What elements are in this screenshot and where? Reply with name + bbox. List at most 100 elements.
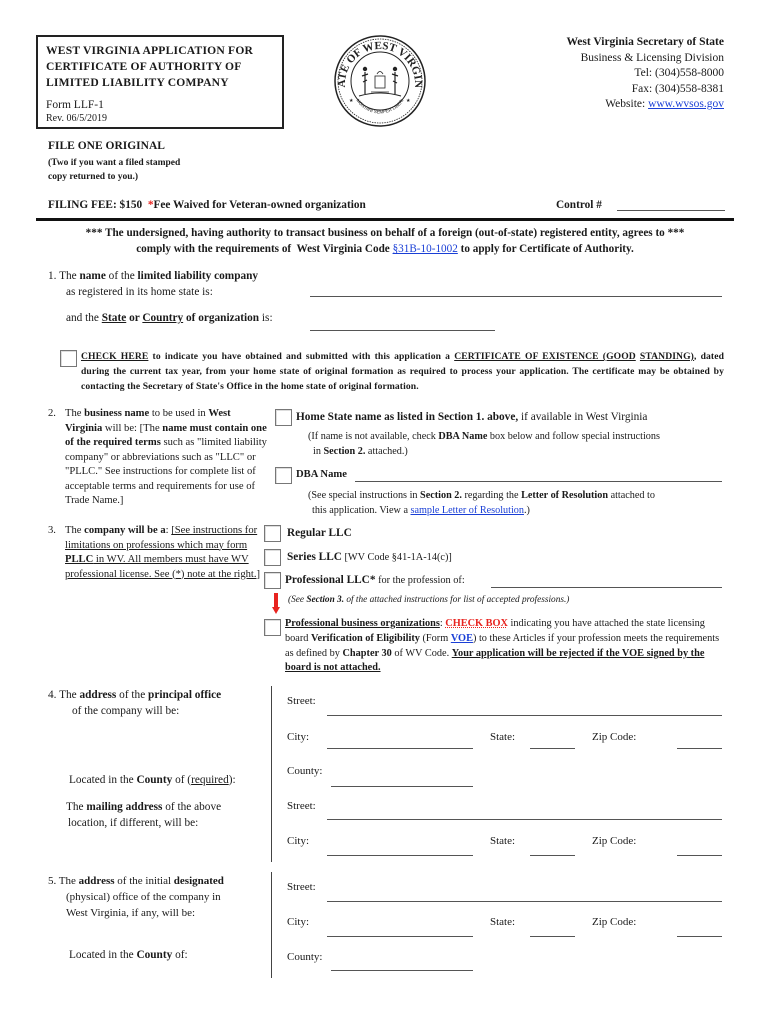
mail-zip-label: Zip Code: (592, 835, 637, 847)
mail-state-field[interactable] (530, 855, 575, 856)
certificate-of-existence-text: CHECK HERE to indicate you have obtained… (81, 349, 724, 394)
s1-bold-name: name (79, 270, 106, 282)
header-divider (36, 218, 734, 221)
control-number-field[interactable] (617, 210, 725, 211)
sos-phone: Tel: (304)558-8000 (634, 67, 724, 79)
s5-county-prompt: Located in the County of: (69, 947, 188, 963)
pbo-t3: (Form (419, 632, 451, 644)
section-3-number: 3. (48, 525, 56, 536)
s4-county-pre: Located in the (69, 774, 137, 786)
s5-t1: The (56, 875, 79, 887)
section-4-divider (271, 686, 272, 862)
s5-street-field[interactable] (327, 901, 722, 902)
prof-note-1: (See (288, 595, 307, 605)
wv-code-link[interactable]: §31B-10-1002 (393, 243, 458, 255)
sample-letter-of-resolution-link[interactable]: sample Letter of Resolution (411, 505, 524, 516)
hs-note-1: (If name is not available, check (308, 431, 439, 442)
mail-street-field[interactable] (327, 819, 722, 820)
pbo-b2: Verification of Eligibility (311, 632, 420, 644)
dba-note-1: (See special instructions in (308, 490, 421, 501)
hs-note-b1: DBA Name (438, 431, 488, 442)
s5-state-field[interactable] (530, 936, 575, 937)
declaration-text-end: to apply for Certificate of Authority. (457, 243, 634, 255)
s3-b1: company will be a (84, 525, 166, 536)
s5-county-field[interactable] (331, 970, 473, 971)
file-note-line-1: (Two if you want a filed stamped (48, 158, 181, 168)
mail-b: mailing address (86, 801, 163, 813)
section-4-prompt: 4. The address of the principal office o… (48, 687, 221, 719)
section-5-number: 5. (48, 875, 57, 887)
s4-city-field[interactable] (327, 748, 473, 749)
s4-county-label: County: (287, 765, 323, 777)
sos-contact-block: West Virginia Secretary of State Busines… (566, 35, 724, 113)
s4-county-mid: of ( (172, 774, 192, 786)
s5-county-post: of: (172, 949, 188, 961)
professional-llc-rest: for the profession of: (375, 575, 465, 586)
professional-business-org-text: Professional business organizations: CHE… (285, 617, 725, 676)
s5-county-label: County: (287, 951, 323, 963)
s1-text: The (56, 270, 80, 282)
sos-website-link[interactable]: www.wvsos.gov (648, 98, 724, 110)
svg-text:STATE OF WEST VIRGINIA: STATE OF WEST VIRGINIA (333, 34, 424, 88)
home-state-note: (If name is not available, check DBA Nam… (308, 430, 660, 459)
professional-llc-label: Professional LLC* (285, 574, 376, 586)
dba-name-field[interactable] (355, 481, 722, 482)
s4-b2: principal office (148, 689, 222, 701)
regular-llc-checkbox[interactable] (264, 525, 281, 542)
s5-line3: West Virginia, if any, will be: (66, 907, 196, 919)
form-title-line-3: LIMITED LIABILITY COMPANY (46, 76, 229, 89)
home-state-rest: if available in West Virginia (518, 411, 648, 423)
regular-llc-option: Regular LLC (287, 527, 352, 539)
mail-line2: location, if different, will be: (68, 817, 199, 829)
cert-name-2: STANDING) (639, 351, 694, 362)
sos-fax: Fax: (304)558-8381 (631, 82, 724, 95)
s4-city-label: City: (287, 731, 310, 743)
dba-note: (See special instructions in Section 2. … (308, 489, 655, 518)
mail-city-field[interactable] (327, 855, 473, 856)
professional-business-org-checkbox[interactable] (264, 619, 281, 636)
s1-text-2: of the (105, 270, 138, 282)
declaration-text: comply with the requirements of West Vir… (136, 243, 393, 255)
mail-zip-field[interactable] (677, 855, 722, 856)
profession-field[interactable] (491, 587, 722, 588)
s5-t2: of the initial (114, 875, 174, 887)
s4-county-post: ): (228, 774, 236, 786)
s4-street-field[interactable] (327, 715, 722, 716)
filing-fee: FILING FEE: $150 *Fee Waived for Veteran… (48, 199, 366, 211)
s4-state-field[interactable] (530, 748, 575, 749)
s4-zip-field[interactable] (677, 748, 722, 749)
file-one-original: FILE ONE ORIGINAL (48, 140, 165, 152)
s4-county-prompt: Located in the County of (required): (69, 772, 236, 788)
pbo-check-box-word: CHECK BOX (445, 618, 508, 629)
dba-name-checkbox[interactable] (275, 467, 292, 484)
state-country-field[interactable] (310, 330, 495, 331)
mail-post: of the above (162, 801, 222, 813)
llc-name-field[interactable] (310, 296, 722, 297)
accepted-professions-note: (See Section 3. of the attached instruct… (288, 595, 569, 605)
s5-b2: designated (173, 875, 224, 887)
s5-city-label: City: (287, 916, 310, 928)
form-title-line-1: WEST VIRGINIA APPLICATION FOR (46, 44, 254, 57)
s5-county-pre: Located in the (69, 949, 137, 961)
svg-text:★: ★ (406, 98, 411, 104)
voe-form-link[interactable]: VOE (451, 633, 473, 644)
s2-t3: will be: [The (102, 422, 163, 434)
certificate-of-existence-checkbox[interactable] (60, 350, 77, 367)
section-1-prompt-line-2: as registered in its home state is: (66, 286, 213, 298)
s4-county-field[interactable] (331, 786, 473, 787)
mailing-address-prompt: The mailing address of the above locatio… (66, 799, 221, 831)
dba-note-5: .) (523, 504, 530, 516)
check-here-label: CHECK HERE (81, 351, 149, 362)
s1c-is: is: (259, 312, 273, 324)
form-number: Form LLF-1 (46, 99, 104, 111)
home-state-name-checkbox[interactable] (275, 409, 292, 426)
s1c-organization: of organization (183, 312, 260, 324)
s5-city-field[interactable] (327, 936, 473, 937)
s3-pllc: PLLC (65, 554, 94, 565)
dba-note-4: this application. View a (312, 504, 411, 516)
fee-value: : $150 (112, 199, 148, 211)
pbo-b3: Chapter 30 (342, 647, 392, 659)
professional-llc-checkbox[interactable] (264, 572, 281, 589)
series-llc-checkbox[interactable] (264, 549, 281, 566)
s5-zip-field[interactable] (677, 936, 722, 937)
